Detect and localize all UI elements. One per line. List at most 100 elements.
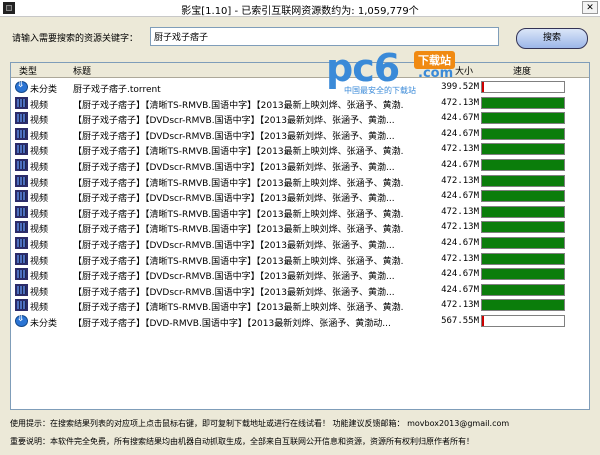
row-type: 视频 xyxy=(30,147,49,158)
row-title: 【厨子戏子痞子】【清晰TS-RMVB.国语中字】【2013最新上映刘烨、张涵予、… xyxy=(73,303,403,314)
speed-bar xyxy=(481,96,565,109)
speed-bar xyxy=(481,299,565,312)
row-title: 【厨子戏子痞子】【DVDscr-RMVB.国语中字】【2013最新刘烨、张涵予、… xyxy=(73,163,395,173)
video-icon xyxy=(15,96,28,109)
speed-bar-fill xyxy=(482,97,564,108)
speed-bar xyxy=(481,112,565,125)
video-icon xyxy=(15,237,28,249)
speed-bar-fill xyxy=(482,206,564,217)
table-row[interactable]: 视频 【厨子戏子痞子】【DVDscr-RMVB.国语中字】【2013最新刘烨、张涵… xyxy=(11,283,589,298)
row-title: 【厨子戏子痞子】【DVDscr-RMVB.国语中字】【2013最新刘烨、张涵予、… xyxy=(73,287,395,298)
row-title: 【厨子戏子痞子】【清晰TS-RMVB.国语中字】【2013最新上映刘烨、张涵予、… xyxy=(73,225,403,236)
row-type: 视频 xyxy=(30,194,49,205)
video-icon xyxy=(15,159,28,171)
table-header: 类型 标题 大小 速度 xyxy=(11,63,589,78)
column-title[interactable]: 标题 xyxy=(73,64,91,77)
table-row[interactable]: 视频 【厨子戏子痞子】【DVDscr-RMVB.国语中字】【2013最新刘烨、张涵… xyxy=(11,127,589,142)
row-size: 424.67M xyxy=(441,128,479,139)
row-type: 视频 xyxy=(30,303,49,314)
row-title: 【厨子戏子痞子】【DVDscr-RMVB.国语中字】【2013最新刘烨、张涵予、… xyxy=(73,116,395,127)
speed-bar xyxy=(481,237,565,249)
column-type[interactable]: 类型 xyxy=(19,64,37,77)
video-icon xyxy=(15,143,28,156)
video-icon xyxy=(15,174,28,187)
video-icon xyxy=(15,268,28,281)
table-row[interactable]: 视频 【厨子戏子痞子】【DVDscr-RMVB.国语中字】【2013最新刘烨、张涵… xyxy=(11,158,589,173)
row-size: 472.13M xyxy=(441,175,479,186)
row-size: 424.67M xyxy=(441,284,479,295)
speed-bar-fill xyxy=(482,222,564,233)
speed-bar xyxy=(481,283,565,296)
video-icon xyxy=(15,252,28,265)
logo-tagline: 中国最安全的下载站 xyxy=(344,86,416,95)
logo-domain: .com xyxy=(418,66,454,81)
speed-bar xyxy=(481,127,565,140)
speed-bar-fill xyxy=(482,128,564,139)
table-row[interactable]: 未分类 【厨子戏子痞子】【DVD-RMVB.国语中字】【2013最新刘烨、张涵予、… xyxy=(11,314,589,329)
row-size: 424.67M xyxy=(441,269,479,280)
pc6-watermark-logo: pc6 下载站 .com 中国最安全的下载站 xyxy=(326,48,496,98)
usage-tip: 使用提示：在搜索结果列表的对应项上点击鼠标右键，即可复制下载地址或进行在线试看！… xyxy=(10,419,510,428)
row-type: 视频 xyxy=(30,256,49,267)
speed-bar-fill xyxy=(482,113,564,124)
row-title: 【厨子戏子痞子】【DVDscr-RMVB.国语中字】【2013最新刘烨、张涵予、… xyxy=(73,131,395,142)
search-button[interactable]: 搜索 xyxy=(516,28,588,49)
video-icon xyxy=(15,221,28,234)
table-row[interactable]: 视频 【厨子戏子痞子】【清晰TS-RMVB.国语中字】【2013最新上映刘烨、张涵… xyxy=(11,298,589,313)
row-size: 424.67M xyxy=(441,160,479,170)
table-row[interactable]: 视频 【厨子戏子痞子】【DVDscr-RMVB.国语中字】【2013最新刘烨、张涵… xyxy=(11,236,589,251)
table-row[interactable]: 视频 【厨子戏子痞子】【清晰TS-RMVB.国语中字】【2013最新上映刘烨、张涵… xyxy=(11,142,589,157)
row-size: 424.67M xyxy=(441,238,479,248)
speed-bar xyxy=(481,252,565,265)
speed-bar-fill xyxy=(482,300,564,311)
table-row[interactable]: 视频 【厨子戏子痞子】【DVDscr-RMVB.国语中字】【2013最新刘烨、张涵… xyxy=(11,267,589,282)
speed-bar-fill xyxy=(482,144,564,155)
speed-bar-fill xyxy=(482,238,564,248)
speed-bar-fill xyxy=(482,191,564,202)
video-icon xyxy=(15,299,28,312)
table-row[interactable]: 视频 【厨子戏子痞子】【DVDscr-RMVB.国语中字】【2013最新刘烨、张涵… xyxy=(11,189,589,204)
speed-bar xyxy=(481,159,565,171)
speed-bar-fill xyxy=(482,160,564,170)
row-type: 视频 xyxy=(30,178,49,189)
table-row[interactable]: 视频 【厨子戏子痞子】【清晰TS-RMVB.国语中字】【2013最新上映刘烨、张涵… xyxy=(11,252,589,267)
row-type: 视频 xyxy=(30,272,49,283)
table-row[interactable]: 视频 【厨子戏子痞子】【清晰TS-RMVB.国语中字】【2013最新上映刘烨、张涵… xyxy=(11,205,589,220)
row-type: 视频 xyxy=(30,287,49,298)
table-row[interactable]: 视频 【厨子戏子痞子】【清晰TS-RMVB.国语中字】【2013最新上映刘烨、张涵… xyxy=(11,174,589,189)
row-size: 472.13M xyxy=(441,144,479,155)
row-type: 视频 xyxy=(30,163,49,173)
video-icon xyxy=(15,205,28,218)
row-title: 【厨子戏子痞子】【DVDscr-RMVB.国语中字】【2013最新刘烨、张涵予、… xyxy=(73,194,395,205)
table-row[interactable]: 视频 【厨子戏子痞子】【DVDscr-RMVB.国语中字】【2013最新刘烨、张涵… xyxy=(11,111,589,126)
column-speed[interactable]: 速度 xyxy=(513,64,531,77)
speed-bar xyxy=(481,221,565,234)
row-type: 视频 xyxy=(30,209,49,220)
row-type: 未分类 xyxy=(30,85,58,95)
close-button[interactable]: ✕ xyxy=(582,1,598,14)
table-row[interactable]: 未分类厨子戏子痞子.torrent399.52M xyxy=(11,80,589,95)
speed-bar-fill xyxy=(482,316,484,326)
table-row[interactable]: 视频 【厨子戏子痞子】【清晰TS-RMVB.国语中字】【2013最新上映刘烨、张涵… xyxy=(11,96,589,111)
row-title: 【厨子戏子痞子】【清晰TS-RMVB.国语中字】【2013最新上映刘烨、张涵予、… xyxy=(73,147,403,158)
search-input[interactable]: 厨子戏子痞子 xyxy=(150,27,499,46)
video-icon xyxy=(15,127,28,140)
row-title: 【厨子戏子痞子】【清晰TS-RMVB.国语中字】【2013最新上映刘烨、张涵予、… xyxy=(73,178,403,189)
download-icon xyxy=(15,314,28,327)
row-title: 【厨子戏子痞子】【DVD-RMVB.国语中字】【2013最新刘烨、张涵予、黄渤动… xyxy=(73,319,391,329)
speed-bar xyxy=(481,174,565,187)
row-size: 472.13M xyxy=(441,97,479,108)
row-type: 视频 xyxy=(30,100,49,111)
search-bar: 请输入需要搜索的资源关键字： 厨子戏子痞子 搜索 xyxy=(0,17,600,57)
important-notice: 重要说明：本软件完全免费，所有搜索结果均由机器自动抓取生成，全部来自互联网公开信… xyxy=(10,437,474,446)
speed-bar-fill xyxy=(482,284,564,295)
download-icon xyxy=(15,80,28,93)
row-size: 424.67M xyxy=(441,191,479,202)
row-size: 424.67M xyxy=(441,113,479,124)
row-title: 【厨子戏子痞子】【清晰TS-RMVB.国语中字】【2013最新上映刘烨、张涵予、… xyxy=(73,100,403,111)
speed-bar-fill xyxy=(482,253,564,264)
row-size: 472.13M xyxy=(441,206,479,217)
table-row[interactable]: 视频 【厨子戏子痞子】【清晰TS-RMVB.国语中字】【2013最新上映刘烨、张涵… xyxy=(11,220,589,235)
row-title: 【厨子戏子痞子】【DVDscr-RMVB.国语中字】【2013最新刘烨、张涵予、… xyxy=(73,241,395,251)
row-type: 视频 xyxy=(30,131,49,142)
